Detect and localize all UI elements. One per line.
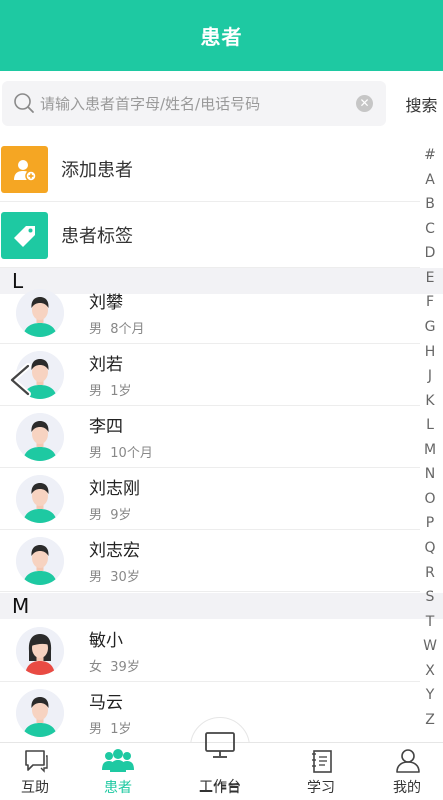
index-letter[interactable]: Y bbox=[426, 685, 435, 705]
patient-age: 10个月 bbox=[110, 446, 153, 461]
patient-gender: 男 bbox=[89, 570, 103, 585]
tab-label: 互助 bbox=[21, 780, 49, 796]
index-letter[interactable]: Z bbox=[425, 710, 435, 730]
patient-age: 9岁 bbox=[110, 508, 132, 523]
patient-meta: 男 1岁 bbox=[89, 380, 132, 399]
patient-name: 刘攀 bbox=[89, 293, 123, 313]
person-icon bbox=[396, 749, 420, 773]
patient-row[interactable]: 李四男 10个月 bbox=[0, 406, 420, 468]
search-button[interactable]: 搜索 bbox=[400, 81, 443, 126]
index-letter[interactable]: # bbox=[424, 145, 436, 165]
section-letter: M bbox=[12, 594, 30, 618]
patient-age: 1岁 bbox=[110, 722, 132, 737]
patient-meta: 男 8个月 bbox=[89, 318, 145, 337]
tab-label: 学习 bbox=[307, 780, 335, 796]
patient-name: 敏小 bbox=[89, 631, 123, 651]
patient-age: 1岁 bbox=[110, 384, 132, 399]
index-letter[interactable]: J bbox=[428, 366, 432, 386]
avatar bbox=[16, 475, 64, 523]
patient-age: 30岁 bbox=[110, 570, 140, 585]
tag-icon bbox=[1, 212, 48, 259]
index-letter[interactable]: C bbox=[425, 219, 435, 239]
clear-icon[interactable]: ✕ bbox=[356, 95, 373, 112]
tab-mutual-help[interactable]: 互助 bbox=[0, 743, 70, 800]
index-letter[interactable]: R bbox=[425, 563, 435, 583]
index-letter[interactable]: O bbox=[424, 489, 435, 509]
index-letter[interactable]: X bbox=[425, 661, 435, 681]
patient-name: 刘若 bbox=[89, 355, 123, 375]
index-letter[interactable]: P bbox=[426, 513, 434, 533]
patient-gender: 男 bbox=[89, 384, 103, 399]
index-letter[interactable]: D bbox=[425, 243, 436, 263]
index-letter[interactable]: G bbox=[425, 317, 436, 337]
add-patient-label: 添加患者 bbox=[61, 159, 133, 181]
patient-name: 刘志刚 bbox=[89, 479, 140, 499]
patient-gender: 女 bbox=[89, 660, 103, 675]
search-bar: ✕ 搜索 bbox=[0, 81, 443, 126]
search-input[interactable] bbox=[40, 81, 350, 126]
patient-name: 马云 bbox=[89, 693, 123, 713]
index-letter[interactable]: A bbox=[425, 170, 435, 190]
patient-row[interactable]: 刘志宏男 30岁 bbox=[0, 530, 420, 592]
patient-row[interactable]: 刘志刚男 9岁 bbox=[0, 468, 420, 530]
patient-row[interactable]: 刘攀男 8个月 bbox=[0, 282, 420, 344]
monitor-icon[interactable] bbox=[204, 731, 236, 759]
avatar bbox=[16, 689, 64, 737]
patient-gender: 男 bbox=[89, 446, 103, 461]
patient-meta: 女 39岁 bbox=[89, 656, 140, 675]
patient-meta: 男 30岁 bbox=[89, 566, 140, 585]
index-letter[interactable]: E bbox=[426, 268, 435, 288]
book-icon bbox=[312, 750, 332, 773]
tab-mine[interactable]: 我的 bbox=[372, 743, 442, 800]
page-title: 患者 bbox=[200, 25, 243, 49]
patient-age: 39岁 bbox=[110, 660, 140, 675]
index-letter[interactable]: F bbox=[426, 292, 434, 312]
alphabet-index[interactable]: # A B C D E F G H J K L M N O P Q R S T W X Y Z bbox=[418, 145, 442, 730]
patient-tags-label: 患者标签 bbox=[61, 225, 133, 247]
patient-meta: 男 10个月 bbox=[89, 442, 153, 461]
avatar bbox=[16, 289, 64, 337]
patients-icon bbox=[102, 749, 134, 772]
index-letter[interactable]: H bbox=[425, 342, 436, 362]
index-letter[interactable]: T bbox=[426, 612, 435, 632]
index-letter[interactable]: S bbox=[426, 587, 435, 607]
patient-gender: 男 bbox=[89, 722, 103, 737]
tab-workbench-label: 工作台 bbox=[199, 779, 241, 795]
patient-meta: 男 9岁 bbox=[89, 504, 132, 523]
search-box[interactable]: ✕ bbox=[2, 81, 386, 126]
index-letter[interactable]: L bbox=[426, 415, 434, 435]
patient-name: 李四 bbox=[89, 417, 123, 437]
patient-gender: 男 bbox=[89, 322, 103, 337]
index-letter[interactable]: K bbox=[425, 391, 434, 411]
index-letter[interactable]: W bbox=[423, 636, 437, 656]
index-letter[interactable]: M bbox=[424, 440, 436, 460]
patient-name: 刘志宏 bbox=[89, 541, 140, 561]
index-letter[interactable]: Q bbox=[424, 538, 435, 558]
add-patient-row[interactable]: 添加患者 bbox=[0, 136, 420, 202]
tab-patients[interactable]: 患者 bbox=[83, 743, 153, 800]
avatar bbox=[16, 627, 64, 675]
patient-meta: 男 1岁 bbox=[89, 718, 132, 737]
app-header: 患者 bbox=[0, 0, 443, 71]
patient-tags-row[interactable]: 患者标签 bbox=[0, 202, 420, 268]
index-letter[interactable]: N bbox=[425, 464, 435, 484]
tab-study[interactable]: 学习 bbox=[286, 743, 356, 800]
index-letter[interactable]: B bbox=[425, 194, 435, 214]
patient-row[interactable]: 刘若男 1岁 bbox=[0, 344, 420, 406]
tab-label: 我的 bbox=[393, 780, 421, 796]
section-header-m: M bbox=[0, 593, 443, 619]
search-icon bbox=[14, 93, 34, 113]
tab-label: 患者 bbox=[104, 780, 132, 796]
avatar bbox=[16, 537, 64, 585]
patient-row[interactable]: 敏小女 39岁 bbox=[0, 620, 420, 682]
patient-age: 8个月 bbox=[110, 322, 145, 337]
patient-gender: 男 bbox=[89, 508, 103, 523]
avatar bbox=[16, 413, 64, 461]
back-arrow-icon[interactable] bbox=[6, 362, 34, 398]
add-user-icon bbox=[1, 146, 48, 193]
chat-icon bbox=[25, 750, 48, 773]
